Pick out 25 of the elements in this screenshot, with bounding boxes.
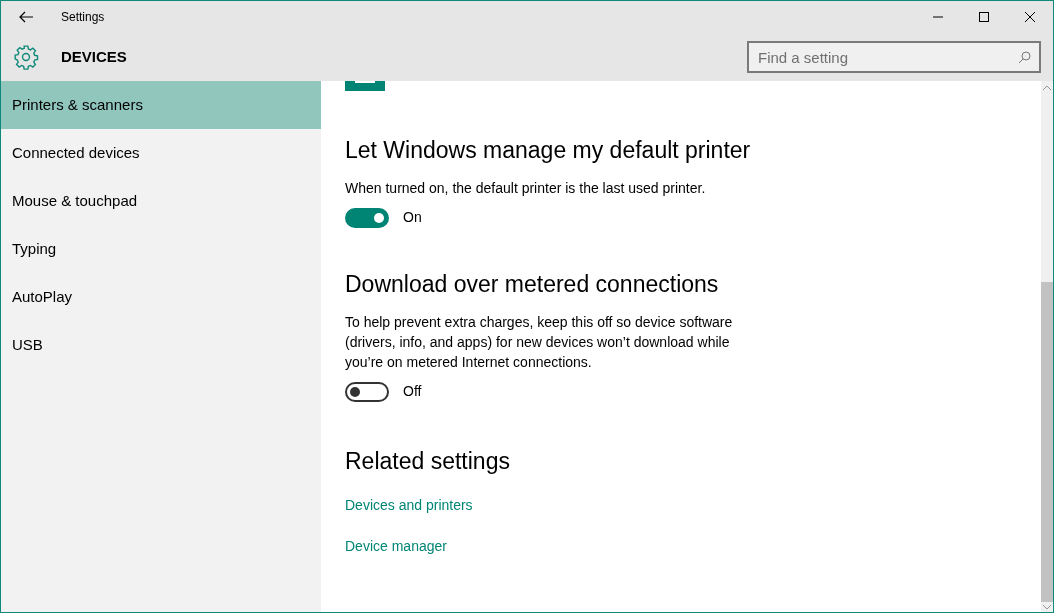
- checkbox[interactable]: [345, 81, 385, 91]
- scroll-down-icon[interactable]: [1041, 602, 1053, 612]
- toggle-switch[interactable]: [345, 381, 389, 402]
- description-text: When turned on, the default printer is the last used printer.: [345, 179, 707, 198]
- section-heading: Download over metered connections: [345, 270, 720, 298]
- window-title: Settings: [61, 9, 105, 26]
- settings-icon: [13, 44, 39, 70]
- related-link[interactable]: Device manager: [345, 536, 447, 557]
- description-text: To help prevent extra charges, keep this off so device software (drivers, info, and apps) for new devices won’t download while you’re on metered Internet connections.: [345, 313, 734, 372]
- sidebar-item[interactable]: Connected devices: [1, 129, 321, 177]
- toggle-state-label: Off: [403, 382, 422, 401]
- section-heading: Related settings: [345, 447, 511, 475]
- search-icon: [1018, 51, 1031, 64]
- related-link[interactable]: Devices and printers: [345, 495, 473, 516]
- scrollbar-thumb[interactable]: [1041, 282, 1053, 602]
- sidebar-item[interactable]: Mouse & touchpad: [1, 177, 321, 225]
- sidebar-item[interactable]: USB: [1, 321, 321, 369]
- sidebar-item[interactable]: Printers & scanners: [1, 81, 321, 129]
- section-heading: Let Windows manage my default printer: [345, 136, 752, 164]
- search-field[interactable]: Find a setting: [747, 41, 1041, 73]
- toggle-switch[interactable]: [345, 207, 389, 228]
- page-title: DEVICES: [61, 46, 127, 67]
- sidebar-item[interactable]: Typing: [1, 225, 321, 273]
- toggle-state-label: On: [403, 208, 422, 227]
- sidebar-item[interactable]: AutoPlay: [1, 273, 321, 321]
